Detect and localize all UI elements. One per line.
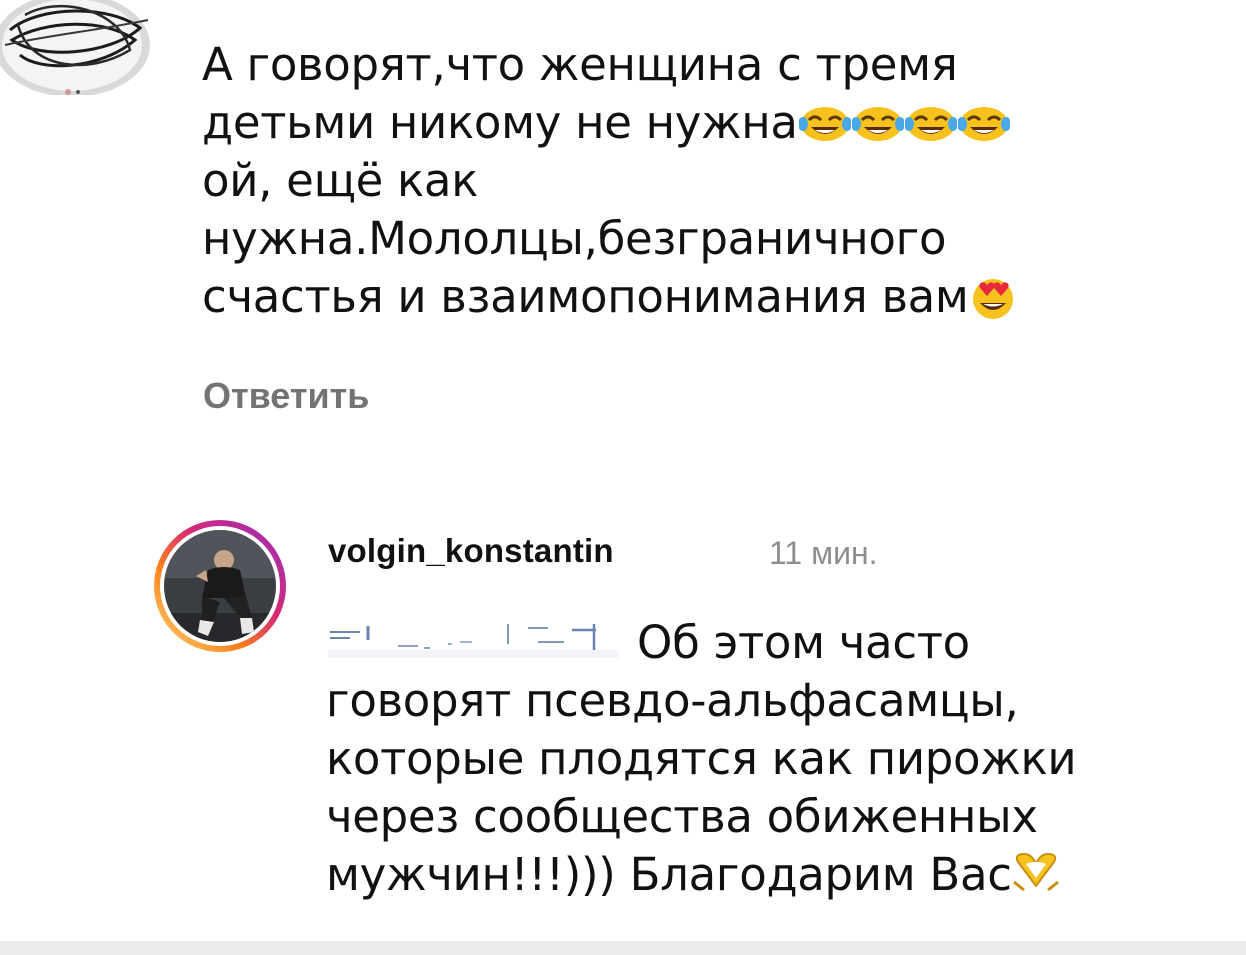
heart-hands-icon (1012, 852, 1059, 892)
mention-redacted[interactable] (328, 618, 618, 666)
reply-text-line1: Об этом часто (637, 616, 970, 669)
reply-text: говорят псевдо-альфасамцы, которые плодя… (326, 672, 1226, 904)
reply-button[interactable]: Ответить (203, 375, 369, 417)
face-with-tears-of-joy-icon (904, 107, 957, 141)
comment-username[interactable]: volgin_konstantin (328, 532, 614, 570)
reply-text-body: говорят псевдо-альфасамцы, которые плодя… (326, 674, 1077, 901)
face-with-tears-of-joy-icon (957, 107, 1010, 141)
comment-timestamp: 11 мин. (769, 535, 878, 571)
avatar-redacted[interactable] (0, 0, 150, 95)
bottom-divider (0, 941, 1246, 955)
comment-text: А говорят,что женщина с тремя детьми ник… (202, 36, 1202, 326)
face-with-tears-of-joy-icon (851, 107, 904, 141)
avatar-story-ring[interactable] (152, 518, 288, 654)
comment-text-part2: ой, ещё как нужна.Мололцы,безграничного … (202, 154, 969, 323)
smiling-face-with-heart-eyes-icon (972, 279, 1013, 319)
face-with-tears-of-joy-icon (798, 107, 851, 141)
